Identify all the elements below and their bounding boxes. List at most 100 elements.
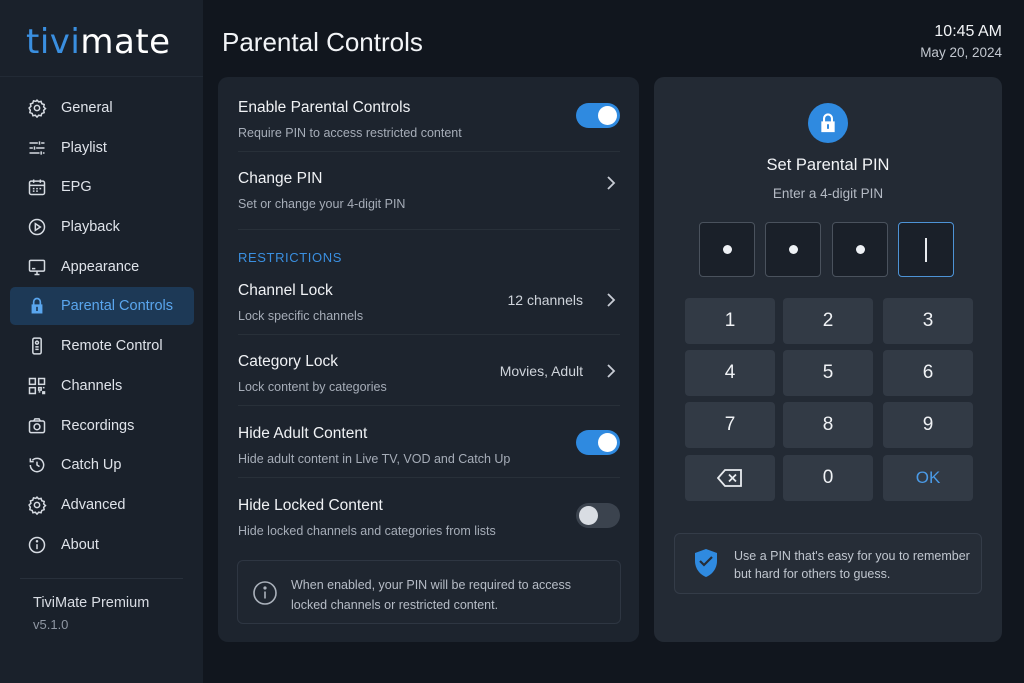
setting-subtitle: Lock content by categories	[238, 380, 387, 394]
setting-subtitle: Require PIN to access restricted content	[238, 126, 462, 140]
sidebar-nav: General Playlist EPG Playback Appearance…	[10, 89, 194, 565]
pin-subtitle: Enter a 4-digit PIN	[772, 186, 884, 201]
history-icon	[27, 455, 47, 475]
setting-enable-parental-controls[interactable]: Enable Parental Controls Require PIN to …	[238, 99, 620, 143]
divider	[238, 229, 620, 230]
version-label: v5.1.0	[33, 617, 69, 632]
sidebar-item-playback[interactable]: Playback	[10, 208, 194, 246]
pin-panel: Set Parental PIN Enter a 4-digit PIN 1 2…	[654, 77, 1002, 642]
chevron-right-icon	[607, 293, 616, 307]
divider	[20, 578, 183, 579]
keypad-key-8[interactable]: 8	[783, 402, 873, 448]
info-icon	[27, 535, 47, 555]
sidebar-item-label: Catch Up	[61, 457, 122, 474]
sidebar-item-label: General	[61, 100, 113, 116]
sidebar-item-epg[interactable]: EPG	[10, 168, 194, 206]
setting-value: 12 channels	[507, 292, 583, 308]
setting-hide-adult-content[interactable]: Hide Adult Content Hide adult content in…	[238, 425, 620, 469]
hide-adult-content-toggle[interactable]	[576, 430, 620, 455]
keypad-key-2[interactable]: 2	[783, 298, 873, 344]
sidebar-item-label: Remote Control	[61, 338, 163, 355]
divider	[0, 76, 203, 77]
sidebar-item-about[interactable]: About	[10, 526, 194, 564]
lock-icon	[808, 103, 848, 143]
keypad-key-7[interactable]: 7	[685, 402, 775, 448]
pin-digit-box[interactable]	[699, 222, 755, 277]
sidebar-item-playlist[interactable]: Playlist	[10, 129, 194, 167]
sidebar-item-parental-controls[interactable]: Parental Controls	[10, 287, 194, 326]
keypad-key-5[interactable]: 5	[783, 350, 873, 396]
chevron-right-icon	[607, 364, 616, 378]
lock-icon	[27, 296, 47, 316]
grid-icon	[27, 376, 47, 396]
camera-icon	[27, 416, 47, 436]
setting-title: Hide Locked Content	[238, 497, 383, 514]
sidebar-item-general[interactable]: General	[10, 89, 194, 127]
divider	[238, 477, 620, 478]
setting-subtitle: Lock specific channels	[238, 309, 364, 323]
sidebar-item-catch-up[interactable]: Catch Up	[10, 446, 194, 484]
pin-digit-box[interactable]	[832, 222, 888, 277]
backspace-icon	[717, 469, 742, 487]
keypad-key-9[interactable]: 9	[883, 402, 973, 448]
hide-locked-content-toggle[interactable]	[576, 503, 620, 528]
setting-title: Enable Parental Controls	[238, 99, 411, 116]
settings-panel: Enable Parental Controls Require PIN to …	[218, 77, 639, 642]
setting-change-pin[interactable]: Change PIN Set or change your 4-digit PI…	[238, 170, 620, 214]
setting-value: Movies, Adult	[499, 363, 583, 379]
pin-title: Set Parental PIN	[766, 156, 890, 174]
divider	[238, 405, 620, 406]
chevron-right-icon	[607, 176, 616, 190]
pin-dot	[855, 245, 865, 254]
info-icon	[253, 581, 277, 605]
sidebar: tivimate General Playlist EPG Playback A…	[0, 0, 203, 683]
keypad-key-1[interactable]: 1	[685, 298, 775, 344]
keypad-key-0[interactable]: 0	[783, 455, 873, 501]
sidebar-item-label: Channels	[61, 377, 123, 394]
keypad-key-6[interactable]: 6	[883, 350, 973, 396]
keypad-key-3[interactable]: 3	[883, 298, 973, 344]
pin-dot	[788, 245, 798, 254]
setting-subtitle: Set or change your 4-digit PIN	[238, 197, 406, 211]
monitor-icon	[27, 257, 47, 277]
text-cursor	[925, 237, 927, 262]
setting-hide-locked-content[interactable]: Hide Locked Content Hide locked channels…	[238, 497, 620, 541]
setting-subtitle: Hide adult content in Live TV, VOD and C…	[238, 452, 511, 466]
sidebar-item-appearance[interactable]: Appearance	[10, 248, 194, 286]
sidebar-item-recordings[interactable]: Recordings	[10, 407, 194, 445]
divider	[238, 151, 620, 152]
sidebar-item-advanced[interactable]: Advanced	[10, 486, 194, 524]
sidebar-item-channels[interactable]: Channels	[10, 367, 194, 405]
shield-icon	[695, 549, 717, 577]
sidebar-item-label: EPG	[61, 179, 92, 196]
setting-title: Hide Adult Content	[238, 425, 368, 442]
playlist-icon	[27, 138, 47, 158]
pin-digit-box[interactable]	[765, 222, 821, 277]
sidebar-item-label: Playlist	[61, 139, 107, 156]
clock-time: 10:45 AM	[934, 23, 1002, 40]
info-box: When enabled, your PIN will be required …	[237, 560, 621, 624]
gear-icon	[27, 495, 47, 515]
tivimate-logo: tivimate	[26, 22, 171, 62]
keypad-backspace-button[interactable]	[685, 455, 775, 501]
page-title: Parental Controls	[222, 27, 423, 57]
sidebar-footer: TiviMate Premium v5.1.0	[33, 595, 149, 632]
sidebar-item-label: About	[61, 536, 99, 553]
info-text: When enabled, your PIN will be required …	[291, 578, 572, 612]
setting-channel-lock[interactable]: Channel Lock Lock specific channels 12 c…	[238, 282, 620, 326]
clock-date: May 20, 2024	[920, 45, 1002, 60]
play-circle-icon	[27, 217, 47, 237]
pin-tip-box: Use a PIN that's easy for you to remembe…	[674, 533, 982, 594]
setting-category-lock[interactable]: Category Lock Lock content by categories…	[238, 353, 620, 397]
pin-digit-box-active[interactable]	[898, 222, 954, 277]
pin-tip-text: Use a PIN that's easy for you to remembe…	[734, 549, 970, 581]
clock: 10:45 AM May 20, 2024	[920, 23, 1002, 60]
product-name: TiviMate Premium	[33, 595, 150, 611]
remote-icon	[27, 336, 47, 356]
sidebar-item-remote-control[interactable]: Remote Control	[10, 327, 194, 365]
keypad-ok-button[interactable]: OK	[883, 455, 973, 501]
sidebar-item-label: Playback	[61, 219, 120, 236]
keypad-key-4[interactable]: 4	[685, 350, 775, 396]
pin-dot	[722, 245, 732, 254]
enable-parental-controls-toggle[interactable]	[576, 103, 620, 128]
